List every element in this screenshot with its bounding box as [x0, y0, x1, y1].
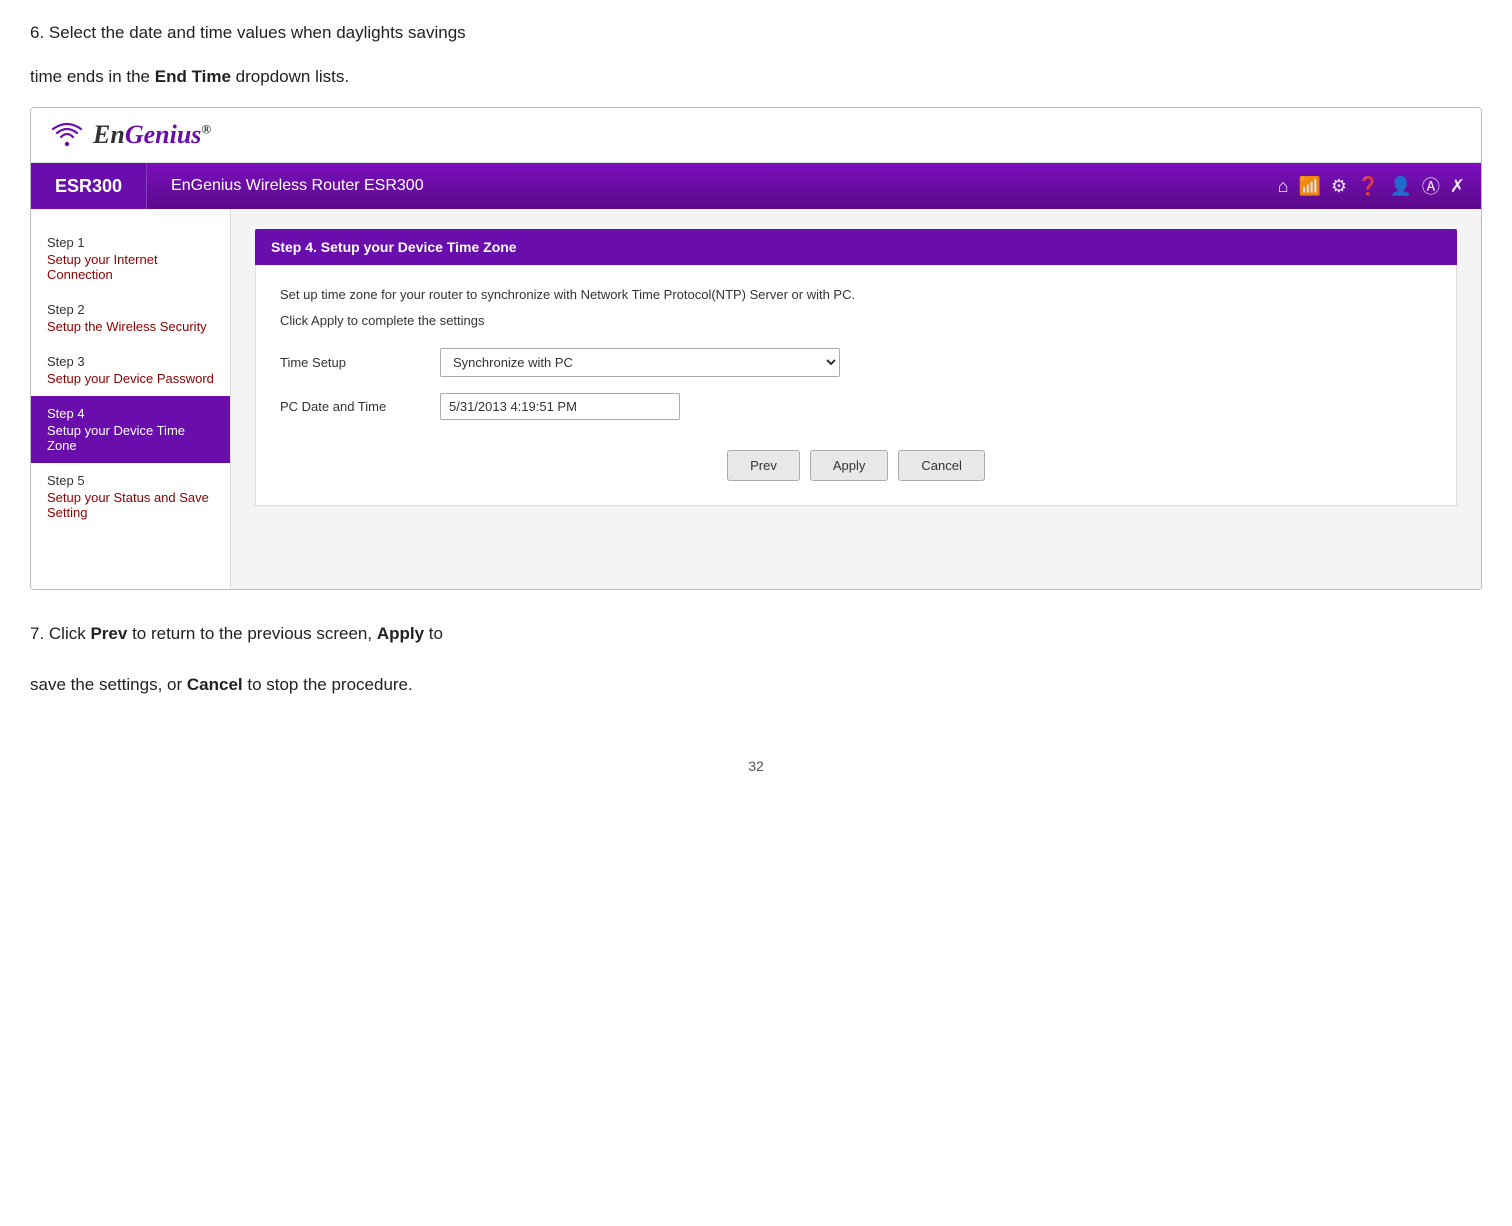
button-row: Prev Apply Cancel: [280, 450, 1432, 481]
nav-title: EnGenius Wireless Router ESR300: [147, 177, 1278, 195]
pc-date-input-wrap: [440, 393, 840, 420]
home-icon[interactable]: ⌂: [1278, 176, 1289, 197]
engenius-logo: EnGenius®: [51, 120, 211, 150]
main-content: Step 1 Setup your Internet Connection St…: [31, 209, 1481, 589]
pc-date-row: PC Date and Time: [280, 393, 1432, 420]
prev-button[interactable]: Prev: [727, 450, 800, 481]
nav-icons: ⌂ 📶 ⚙ ❓ 👤 Ⓐ ✗: [1278, 173, 1481, 199]
help-icon[interactable]: ❓: [1357, 176, 1379, 197]
section-body: Set up time zone for your router to sync…: [255, 265, 1457, 506]
logo-brand-text: EnGenius®: [93, 120, 211, 150]
logo-bar: EnGenius®: [31, 108, 1481, 163]
cancel-button[interactable]: Cancel: [898, 450, 984, 481]
gear-icon[interactable]: ⚙: [1331, 176, 1347, 197]
router-panel: EnGenius® ESR300 EnGenius Wireless Route…: [30, 107, 1482, 590]
content-panel: Step 4. Setup your Device Time Zone Set …: [231, 209, 1481, 589]
user-icon[interactable]: 👤: [1389, 176, 1411, 197]
time-setup-row: Time Setup Synchronize with PC Synchroni…: [280, 348, 1432, 377]
time-setup-label: Time Setup: [280, 355, 440, 370]
sidebar-step-2[interactable]: Step 2 Setup the Wireless Security: [31, 292, 230, 344]
sidebar-step-3[interactable]: Step 3 Setup your Device Password: [31, 344, 230, 396]
page-number: 32: [30, 758, 1482, 774]
sidebar-step-4[interactable]: Step 4 Setup your Device Time Zone: [31, 396, 230, 463]
section-instruction: Click Apply to complete the settings: [280, 313, 1432, 328]
pc-date-input[interactable]: [440, 393, 680, 420]
section-desc: Set up time zone for your router to sync…: [280, 285, 1432, 305]
intro-line1: 6. Select the date and time values when …: [30, 20, 1482, 46]
intro-line2: time ends in the End Time dropdown lists…: [30, 64, 1482, 90]
wifi-nav-icon[interactable]: 📶: [1299, 176, 1321, 197]
sidebar: Step 1 Setup your Internet Connection St…: [31, 209, 231, 589]
pc-date-label: PC Date and Time: [280, 399, 440, 414]
time-setup-input-wrap: Synchronize with PC Synchronize with NTP…: [440, 348, 840, 377]
outro-line1: 7. Click Prev to return to the previous …: [30, 620, 1482, 647]
account-icon[interactable]: Ⓐ: [1422, 173, 1440, 199]
section-header: Step 4. Setup your Device Time Zone: [255, 229, 1457, 265]
outro-line2: save the settings, or Cancel to stop the…: [30, 671, 1482, 698]
wifi-icon: [51, 123, 83, 147]
sidebar-step-5[interactable]: Step 5 Setup your Status and Save Settin…: [31, 463, 230, 530]
apply-button[interactable]: Apply: [810, 450, 889, 481]
top-nav: ESR300 EnGenius Wireless Router ESR300 ⌂…: [31, 163, 1481, 209]
time-setup-select[interactable]: Synchronize with PC Synchronize with NTP…: [440, 348, 840, 377]
sidebar-step-1[interactable]: Step 1 Setup your Internet Connection: [31, 225, 230, 292]
logout-icon[interactable]: ✗: [1450, 176, 1465, 197]
nav-brand: ESR300: [31, 163, 147, 209]
